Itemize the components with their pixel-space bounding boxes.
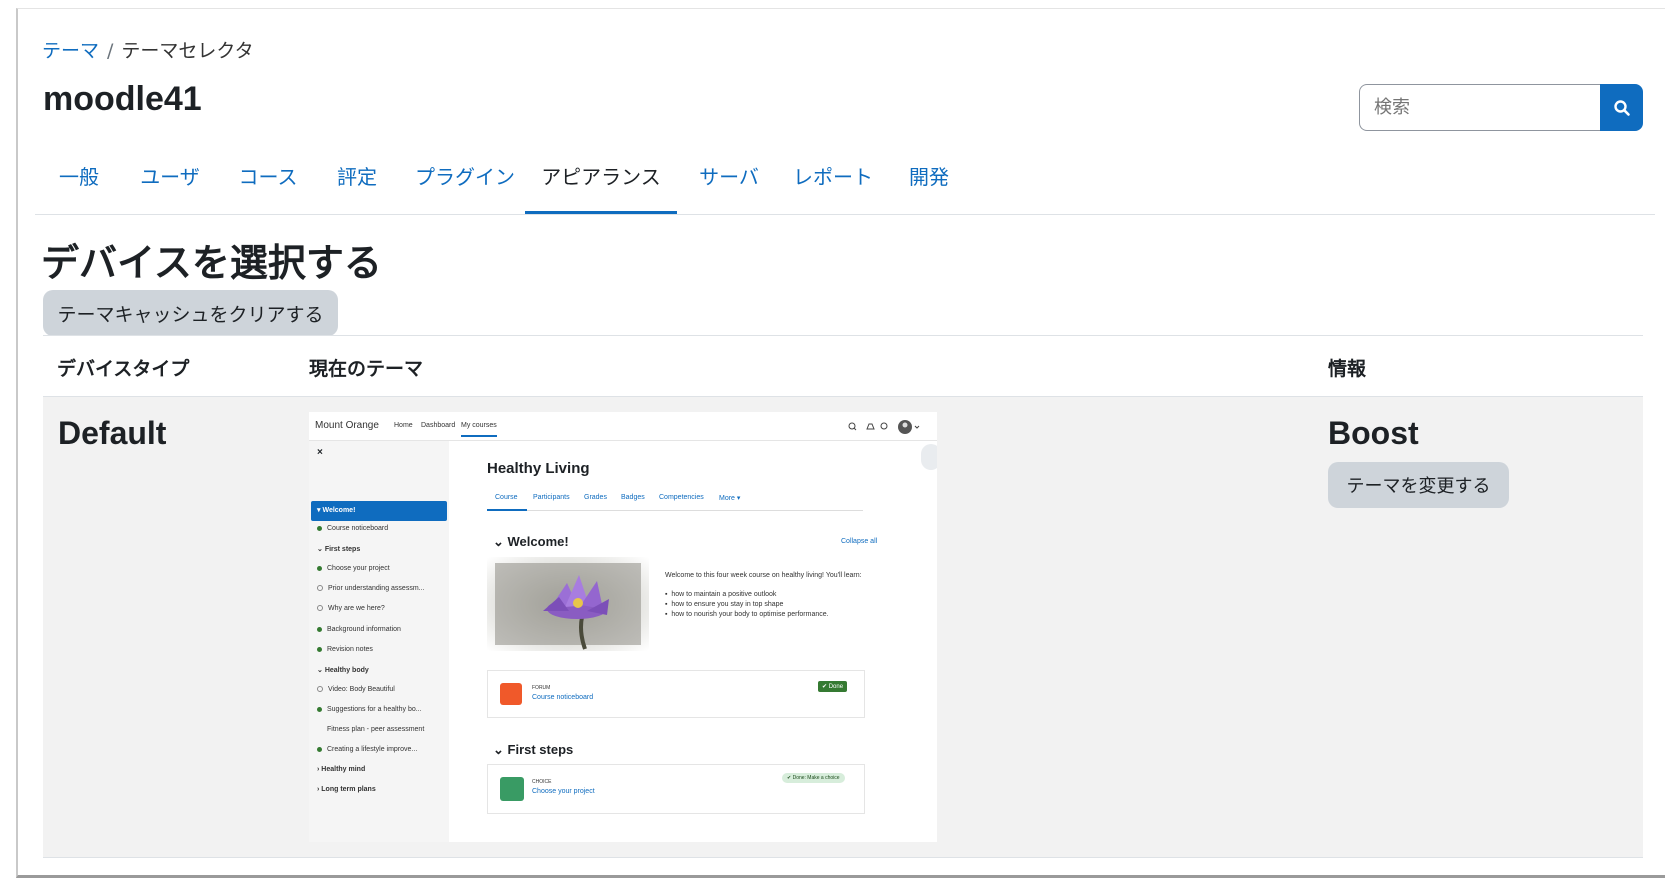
preview-done-badge: ✔ Done <box>818 681 848 692</box>
preview-sidebar-item: Creating a lifestyle improve... <box>317 746 417 753</box>
header-device-type: デバイスタイプ <box>57 358 190 380</box>
preview-tab-active-indicator <box>487 509 527 511</box>
preview-sidebar-welcome: ▾ Welcome! <box>311 501 447 521</box>
preview-choice-name: Choose your project <box>532 788 595 795</box>
preview-course-tab: Course <box>495 494 518 501</box>
preview-forum-card: FORUM Course noticeboard ✔ Done <box>487 670 865 718</box>
preview-choice-icon <box>500 777 524 801</box>
preview-course-tab: Grades <box>584 494 607 501</box>
preview-sidebar-item: Prior understanding assessm... <box>317 585 425 592</box>
tab-general[interactable]: 一般 <box>53 158 105 214</box>
preview-welcome-heading: ⌄ Welcome! <box>493 534 569 549</box>
breadcrumb-current: テーマセレクタ <box>121 40 254 62</box>
preview-bullet: ▪ how to maintain a positive outlook <box>665 591 777 598</box>
tab-appearance[interactable]: アピアランス <box>525 158 677 214</box>
preview-sidebar-section: ⌄ Healthy body <box>317 667 369 674</box>
tab-grades[interactable]: 評定 <box>329 158 385 214</box>
device-theme-table: デバイスタイプ 現在のテーマ 情報 Default Boost テーマを変更する… <box>43 335 1643 858</box>
search-icon <box>1613 99 1630 116</box>
preview-sidebar-item: Course noticeboard <box>317 525 388 532</box>
preview-nav-home: Home <box>394 422 413 429</box>
tab-courses[interactable]: コース <box>231 158 305 214</box>
preview-brand: Mount Orange <box>315 420 379 431</box>
preview-course-tab: Badges <box>621 494 645 501</box>
preview-course-title: Healthy Living <box>487 460 590 477</box>
change-theme-button[interactable]: テーマを変更する <box>1328 462 1509 508</box>
preview-choice-card: CHOICE Choose your project ✔ Done: Make … <box>487 764 865 814</box>
preview-forum-label: FORUM <box>532 685 551 691</box>
preview-course-tab: More ▾ <box>719 495 741 502</box>
preview-course-tab: Participants <box>533 494 570 501</box>
preview-nav-icons <box>848 420 920 434</box>
preview-first-steps-heading: ⌄ First steps <box>493 742 574 757</box>
tab-reports[interactable]: レポート <box>787 158 879 214</box>
tab-development[interactable]: 開発 <box>901 158 957 214</box>
preview-sidebar-item: Background information <box>317 626 401 633</box>
preview-nav-dashboard: Dashboard <box>421 422 456 429</box>
page-heading: デバイスを選択する <box>41 241 382 285</box>
preview-sidebar-item: Choose your project <box>317 565 390 572</box>
preview-tab-divider <box>487 510 863 511</box>
tab-server[interactable]: サーバ <box>693 158 765 214</box>
search-input[interactable] <box>1359 84 1601 131</box>
breadcrumb: テーマ / テーマセレクタ <box>42 36 254 63</box>
preview-sidebar-item: Fitness plan - peer assessment <box>327 726 425 733</box>
tab-users[interactable]: ユーザ <box>133 158 207 214</box>
preview-drawer-toggle <box>921 444 937 470</box>
device-name: Default <box>58 415 167 451</box>
preview-sidebar-item: Video: Body Beautiful <box>317 686 395 693</box>
tab-plugins[interactable]: プラグイン <box>407 158 523 214</box>
preview-navbar: Mount Orange Home Dashboard My courses <box>309 412 937 441</box>
preview-choice-badge: ✔ Done: Make a choice <box>782 773 845 783</box>
search-button[interactable] <box>1600 84 1643 131</box>
preview-nav-mycourses: My courses <box>461 422 497 437</box>
theme-preview-screenshot: Mount Orange Home Dashboard My courses ×… <box>309 412 937 842</box>
breadcrumb-separator: / <box>107 40 114 62</box>
preview-bullet: ▪ how to ensure you stay in top shape <box>665 601 784 608</box>
clear-theme-cache-button[interactable]: テーマキャッシュをクリアする <box>43 290 338 336</box>
breadcrumb-link-theme[interactable]: テーマ <box>42 40 99 62</box>
preview-sidebar-section: › Healthy mind <box>317 766 366 773</box>
search-box <box>1359 84 1643 131</box>
table-header: デバイスタイプ 現在のテーマ 情報 <box>43 335 1643 398</box>
theme-name: Boost <box>1328 415 1419 451</box>
preview-sidebar: × ▾ Welcome! Course noticeboard ⌄ First … <box>309 441 449 842</box>
table-row: Default Boost テーマを変更する Mount Orange Home… <box>43 397 1643 858</box>
preview-intro-text: Welcome to this four week course on heal… <box>665 572 862 579</box>
preview-lotus-image <box>487 557 649 651</box>
preview-choice-label: CHOICE <box>532 779 552 785</box>
preview-sidebar-item: Why are we here? <box>317 605 385 612</box>
site-title: moodle41 <box>43 80 202 118</box>
preview-sidebar-section: › Long term plans <box>317 786 376 793</box>
preview-course-tab: Competencies <box>659 494 704 501</box>
preview-collapse-all: Collapse all <box>841 538 878 545</box>
header-info: 情報 <box>1328 358 1367 380</box>
preview-sidebar-item: Revision notes <box>317 646 373 653</box>
preview-close-icon: × <box>317 447 323 458</box>
preview-forum-icon <box>500 683 522 705</box>
preview-sidebar-item: Suggestions for a healthy bo... <box>317 706 422 713</box>
preview-bullet: ▪ how to nourish your body to optimise p… <box>665 611 829 618</box>
header-current-theme: 現在のテーマ <box>309 358 424 380</box>
preview-forum-name: Course noticeboard <box>532 694 594 701</box>
preview-sidebar-section: ⌄ First steps <box>317 546 361 553</box>
admin-tabs: 一般 ユーザ コース 評定 プラグイン アピアランス サーバ レポート 開発 <box>35 158 1655 215</box>
